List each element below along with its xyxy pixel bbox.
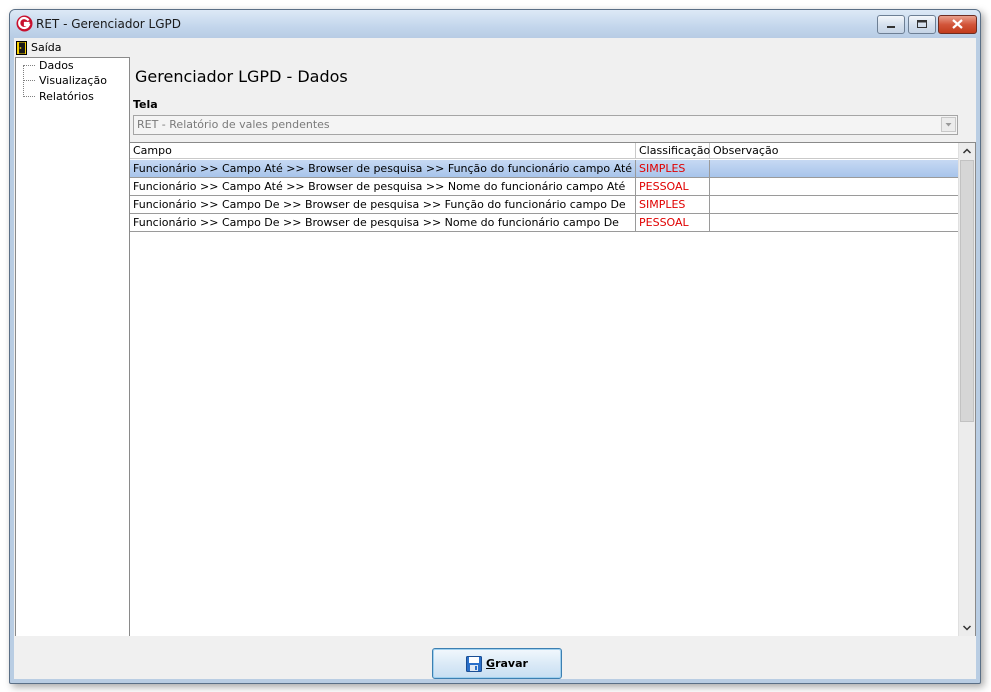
menu-bar: Saída xyxy=(14,38,976,57)
column-header-classificacao[interactable]: Classificação xyxy=(636,143,710,159)
chevron-up-icon xyxy=(962,148,972,154)
maximize-icon xyxy=(917,20,927,28)
cell-observacao[interactable] xyxy=(710,196,959,214)
tela-label: Tela xyxy=(133,98,158,111)
menu-exit-label: Saída xyxy=(31,41,62,54)
table-row[interactable]: Funcionário >> Campo De >> Browser de pe… xyxy=(130,214,959,232)
chevron-down-icon xyxy=(945,123,952,127)
scroll-down-button[interactable] xyxy=(959,620,975,636)
cell-observacao[interactable] xyxy=(710,178,959,196)
table-row[interactable]: Funcionário >> Campo Até >> Browser de p… xyxy=(130,178,959,196)
save-button-label: Gravar xyxy=(486,657,528,670)
tree-branch xyxy=(23,64,35,67)
tree-item-label: Dados xyxy=(39,59,74,72)
tree-item-relatorios[interactable]: Relatórios xyxy=(23,89,94,104)
table-row[interactable]: Funcionário >> Campo De >> Browser de pe… xyxy=(130,196,959,214)
cell-campo[interactable]: Funcionário >> Campo De >> Browser de pe… xyxy=(130,196,636,214)
cell-observacao[interactable] xyxy=(710,160,959,178)
column-header-campo[interactable]: Campo xyxy=(130,143,636,159)
minimize-button[interactable] xyxy=(877,15,905,34)
column-header-observacao[interactable]: Observação xyxy=(710,143,959,159)
page-title: Gerenciador LGPD - Dados xyxy=(135,67,348,86)
footer-bar: Gravar xyxy=(14,636,976,679)
tela-dropdown-button[interactable] xyxy=(941,117,956,132)
cell-observacao[interactable] xyxy=(710,214,959,232)
tree-item-visualizacao[interactable]: Visualização xyxy=(23,73,107,88)
tela-select-value: RET - Relatório de vales pendentes xyxy=(137,118,330,131)
exit-door-icon xyxy=(16,40,27,55)
close-icon xyxy=(952,19,963,29)
tree-item-label: Relatórios xyxy=(39,90,94,103)
save-button[interactable]: Gravar xyxy=(432,648,562,679)
tree-branch xyxy=(23,95,35,98)
close-button[interactable] xyxy=(938,15,977,34)
chevron-down-icon xyxy=(962,625,972,631)
cell-classificacao[interactable]: PESSOAL xyxy=(636,178,710,196)
navigation-tree: Dados Visualização Relatórios xyxy=(15,57,130,637)
title-bar[interactable]: RET - Gerenciador LGPD xyxy=(10,10,980,38)
tela-select[interactable]: RET - Relatório de vales pendentes xyxy=(133,115,958,135)
cell-classificacao[interactable]: SIMPLES xyxy=(636,196,710,214)
floppy-disk-icon xyxy=(466,655,483,672)
menu-item-exit[interactable]: Saída xyxy=(16,39,62,56)
tree-branch xyxy=(23,79,35,82)
fields-grid[interactable]: Campo Classificação Observação Funcionár… xyxy=(129,142,976,638)
cell-campo[interactable]: Funcionário >> Campo Até >> Browser de p… xyxy=(130,160,636,178)
minimize-icon xyxy=(887,26,895,28)
save-label-rest: ravar xyxy=(495,657,528,670)
save-accelerator-letter: G xyxy=(486,657,496,670)
cell-classificacao[interactable]: SIMPLES xyxy=(636,160,710,178)
grid-header: Campo Classificação Observação xyxy=(130,143,959,160)
tree-item-label: Visualização xyxy=(39,74,107,87)
window-title: RET - Gerenciador LGPD xyxy=(36,17,182,31)
tree-item-dados[interactable]: Dados xyxy=(23,58,74,73)
scroll-up-button[interactable] xyxy=(959,143,975,159)
vertical-scrollbar[interactable] xyxy=(958,143,975,637)
maximize-button[interactable] xyxy=(908,15,936,34)
cell-campo[interactable]: Funcionário >> Campo De >> Browser de pe… xyxy=(130,214,636,232)
cell-campo[interactable]: Funcionário >> Campo Até >> Browser de p… xyxy=(130,178,636,196)
client-area: Saída Dados Visualização Relatórios Gere… xyxy=(14,38,976,679)
app-window: RET - Gerenciador LGPD Saída Dados Visua… xyxy=(9,9,981,684)
table-row[interactable]: Funcionário >> Campo Até >> Browser de p… xyxy=(130,160,959,178)
cell-classificacao[interactable]: PESSOAL xyxy=(636,214,710,232)
app-logo-icon xyxy=(16,15,33,32)
scroll-thumb[interactable] xyxy=(960,160,974,422)
